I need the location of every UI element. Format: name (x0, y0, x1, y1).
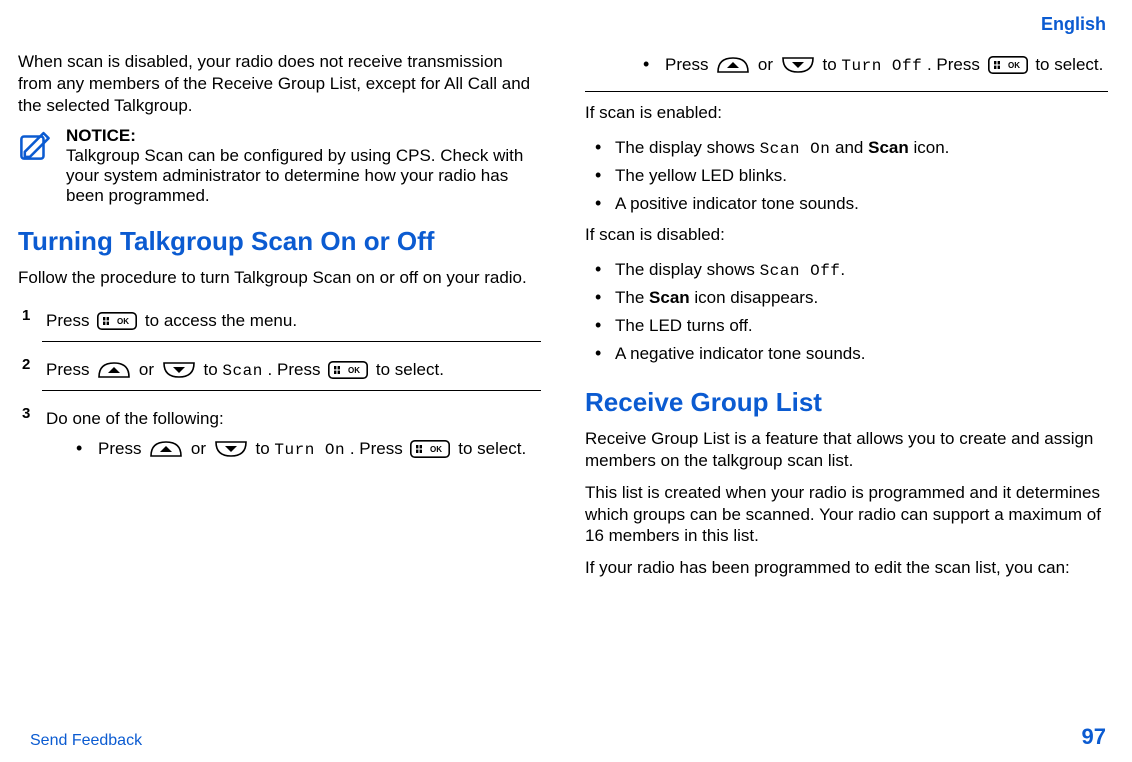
step-number: 3 (22, 405, 30, 422)
send-feedback-link[interactable]: Send Feedback (30, 732, 142, 750)
step-number: 1 (22, 307, 30, 324)
list-item: A negative indicator tone sounds. (591, 340, 1108, 368)
steps-list: 1 Press OK to access the menu. 2 Press (18, 303, 541, 479)
down-button-icon (781, 56, 815, 74)
list-item: The display shows Scan Off. (591, 256, 1108, 284)
rgl-paragraph: Receive Group List is a feature that all… (585, 428, 1108, 472)
notice-body: Talkgroup Scan can be configured by usin… (66, 146, 523, 205)
step3-sublist: Press or to Turn On . Press (46, 435, 541, 469)
left-column: When scan is disabled, your radio does n… (18, 45, 541, 589)
notice-title: NOTICE: (66, 126, 136, 145)
right-column: Press or to Turn Off . Press OK to sele (585, 45, 1108, 589)
down-button-icon (162, 361, 196, 379)
list-item: A positive indicator tone sounds. (591, 190, 1108, 218)
menu-ok-button-icon: OK (410, 440, 450, 458)
list-item: The yellow LED blinks. (591, 162, 1108, 190)
list-item: Press or to Turn On . Press (74, 435, 541, 469)
section-lead: Follow the procedure to turn Talkgroup S… (18, 267, 541, 289)
disabled-lead: If scan is disabled: (585, 224, 1108, 246)
section-heading-scan: Turning Talkgroup Scan On or Off (18, 226, 541, 257)
list-item: The Scan icon disappears. (591, 284, 1108, 312)
enabled-list: The display shows Scan On and Scan icon.… (585, 134, 1108, 218)
step-text: Do one of the following: (46, 409, 224, 428)
section-heading-rgl: Receive Group List (585, 387, 1108, 418)
svg-text:OK: OK (348, 366, 360, 375)
svg-text:OK: OK (430, 445, 442, 454)
language-label: English (18, 14, 1108, 35)
up-button-icon (149, 440, 183, 458)
notice-block: NOTICE: Talkgroup Scan can be configured… (18, 126, 541, 206)
list-item: The display shows Scan On and Scan icon. (591, 134, 1108, 162)
menu-ok-button-icon: OK (328, 361, 368, 379)
svg-text:OK: OK (1008, 61, 1020, 70)
intro-paragraph: When scan is disabled, your radio does n… (18, 51, 541, 116)
rgl-paragraph: If your radio has been programmed to edi… (585, 557, 1108, 579)
enabled-lead: If scan is enabled: (585, 102, 1108, 124)
list-item: The LED turns off. (591, 312, 1108, 340)
step-text: Press OK to access the menu. (46, 311, 297, 330)
step-text: Press or to Scan . Press OK (46, 360, 444, 379)
down-button-icon (214, 440, 248, 458)
page-number: 97 (1082, 724, 1106, 750)
step-number: 2 (22, 356, 30, 373)
list-item: Press or to Turn Off . Press OK to sele (641, 51, 1108, 85)
menu-ok-button-icon: OK (988, 56, 1028, 74)
rgl-paragraph: This list is created when your radio is … (585, 482, 1108, 547)
up-button-icon (97, 361, 131, 379)
up-button-icon (716, 56, 750, 74)
menu-ok-button-icon: OK (97, 312, 137, 330)
svg-text:OK: OK (117, 317, 129, 326)
disabled-list: The display shows Scan Off. The Scan ico… (585, 256, 1108, 368)
notice-icon (18, 128, 52, 162)
step3-sublist-cont: Press or to Turn Off . Press OK to sele (585, 51, 1108, 85)
